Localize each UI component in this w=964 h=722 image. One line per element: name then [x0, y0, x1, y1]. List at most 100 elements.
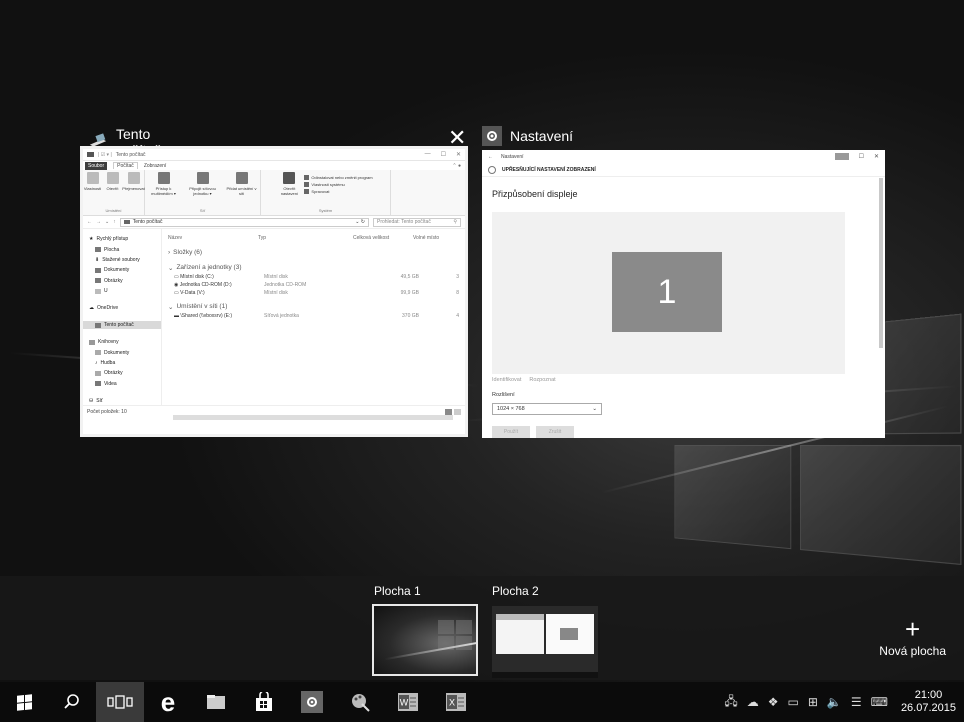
star-icon: ★	[89, 236, 94, 243]
display-arrangement: 1	[492, 212, 845, 374]
network-icon[interactable]: ⊞	[808, 695, 818, 709]
task-view-button[interactable]	[96, 682, 144, 722]
search-input[interactable]: Prohledat: Tento počítač ⚲	[373, 217, 461, 227]
volume-icon[interactable]: 🔈	[827, 695, 842, 709]
word-button[interactable]: W	[384, 682, 432, 722]
desktop-thumbnail-2[interactable]	[492, 606, 598, 678]
computer-icon	[123, 220, 130, 224]
properties-button[interactable]: Vlastnosti	[84, 172, 101, 191]
nav-item-network[interactable]: ⛁ Síť	[89, 397, 161, 405]
network-adapter-icon[interactable]: 🖧	[724, 692, 737, 713]
paint-icon	[352, 694, 370, 712]
nav-item-this-pc[interactable]: Tento počítač	[83, 321, 161, 330]
desktop-label-1: Plocha 1	[374, 584, 421, 598]
settings-icon	[301, 691, 323, 713]
excel-button[interactable]: X	[432, 682, 480, 722]
search-icon: ⚲	[453, 219, 457, 225]
desktop-thumbnail-1[interactable]	[372, 604, 478, 676]
group-network-locations[interactable]: ⌄ Umístění v síti (1)	[168, 301, 459, 312]
view-toggle[interactable]	[445, 408, 461, 415]
settings-thumbnail[interactable]: ← Nastavení ☐ ✕ UPŘESŇUJÍCÍ NASTAVENÍ ZOB…	[482, 150, 885, 438]
open-button[interactable]: Otevřít	[105, 172, 121, 191]
monitor-1[interactable]: 1	[612, 252, 722, 332]
store-button[interactable]	[240, 682, 288, 722]
window-controls[interactable]: — ☐ ✕	[425, 151, 461, 158]
dropbox-icon[interactable]: ❖	[768, 695, 779, 709]
battery-icon[interactable]: ▭	[787, 695, 798, 709]
table-row[interactable]: ▭ V-Data (V:) Místní disk 99,9 GB 8	[168, 289, 459, 297]
file-list: Název Typ Celková velikost Volné místo ›…	[162, 229, 465, 405]
table-row[interactable]: ◉ Jednotka CD-ROM (D:) Jednotka CD-ROM	[168, 281, 459, 289]
apply-button[interactable]: Použít	[492, 426, 530, 438]
horizontal-scrollbar[interactable]	[173, 415, 453, 420]
clock[interactable]: 21:00 26.07.2015	[901, 689, 956, 715]
svg-text:X: X	[449, 698, 455, 708]
media-access-button[interactable]: Přístup k multimédiím ▾	[147, 172, 181, 196]
paint-button[interactable]	[336, 682, 384, 722]
tab-soubor[interactable]: Soubor	[85, 161, 108, 170]
window-controls[interactable]: ☐ ✕	[834, 153, 879, 160]
explorer-title: Tento počítač	[115, 151, 146, 158]
open-settings-button[interactable]: Otevřít nastavení	[278, 172, 300, 196]
recent-icon[interactable]: ⌄	[105, 219, 109, 225]
display-links: Identifikovat Rozpoznat	[492, 377, 556, 383]
explorer-thumbnail[interactable]: | ☑ ▾ | Tento počítač — ☐ ✕ Soubor Počítač…	[80, 146, 468, 437]
ribbon-caption: Síť	[199, 208, 206, 213]
column-type[interactable]: Typ	[258, 235, 353, 241]
settings-app-button[interactable]	[288, 682, 336, 722]
back-icon[interactable]: ←	[488, 154, 493, 160]
address-bar[interactable]: Tento počítač ⌄ ↻	[119, 217, 369, 227]
vertical-scrollbar[interactable]	[879, 178, 883, 348]
back-icon[interactable]: ←	[87, 219, 92, 225]
new-desktop-button[interactable]: + Nová plocha	[879, 616, 946, 658]
add-network-location-button[interactable]: Přidat umístění v síti	[225, 172, 259, 196]
refresh-icon[interactable]: ⌄ ↻	[355, 219, 365, 225]
column-name[interactable]: Název	[168, 235, 258, 241]
nav-item-documents[interactable]: Dokumenty	[89, 266, 161, 274]
identify-link[interactable]: Identifikovat	[492, 377, 521, 383]
system-properties-link[interactable]: Vlastnosti systému	[304, 181, 372, 187]
nav-item-pictures[interactable]: Obrázky	[89, 277, 161, 285]
file-explorer-button[interactable]	[192, 682, 240, 722]
manage-link[interactable]: Spravovat	[304, 188, 372, 194]
nav-item-libraries[interactable]: Knihovny	[89, 338, 161, 346]
detect-link[interactable]: Rozpoznat	[529, 377, 555, 383]
help-icon[interactable]: ⌃ ●	[452, 163, 461, 169]
nav-item-quick-access[interactable]: ★ Rychlý přístup	[89, 235, 161, 243]
nav-item-downloads[interactable]: ⬇ Stažené soubory	[89, 256, 161, 264]
search-icon	[64, 694, 79, 709]
forward-icon[interactable]: →	[96, 219, 101, 225]
up-icon[interactable]: ↑	[113, 219, 116, 225]
nav-item-music[interactable]: ♪ Hudba	[89, 359, 161, 367]
nav-item-lib-documents[interactable]: Dokumenty	[89, 348, 161, 356]
onedrive-icon[interactable]: ☁	[747, 695, 759, 709]
table-row[interactable]: ▭ Místní disk (C:) Místní disk 49,5 GB 3	[168, 273, 459, 281]
group-devices[interactable]: ⌄ Zařízení a jednotky (3)	[168, 262, 459, 273]
action-center-icon[interactable]: ☰	[851, 695, 862, 709]
ribbon-tabs: Soubor Počítač Zobrazení ⌃ ●	[83, 161, 465, 170]
rename-button[interactable]: Přejmenovat	[122, 172, 145, 191]
search-button[interactable]	[48, 682, 96, 722]
cancel-button[interactable]: Zrušit	[536, 426, 574, 438]
map-drive-button[interactable]: Připojit síťovou jednotku ▾	[185, 172, 221, 196]
ribbon-group-system: Otevřít nastavení Odinstalovat nebo změn…	[261, 170, 391, 215]
edge-button[interactable]: e	[144, 682, 192, 722]
cloud-icon: ☁	[89, 305, 94, 312]
edge-icon: e	[160, 686, 176, 717]
resolution-select[interactable]: 1024 × 768 ⌄	[492, 403, 602, 415]
table-row[interactable]: ▬ \Shared (\\vboxsrv) (E:) Síťová jednot…	[168, 312, 459, 320]
tab-zobrazeni[interactable]: Zobrazení	[144, 163, 167, 169]
column-free-space[interactable]: Volné místo	[413, 235, 453, 241]
nav-item-lib-pictures[interactable]: Obrázky	[89, 369, 161, 377]
nav-item-onedrive[interactable]: ☁ OneDrive	[89, 304, 161, 312]
nav-item-videos[interactable]: Videa	[89, 380, 161, 388]
uninstall-program-link[interactable]: Odinstalovat nebo změnit program	[304, 174, 373, 180]
start-button[interactable]	[0, 682, 48, 722]
keyboard-icon[interactable]: ⌨	[871, 695, 888, 709]
media-icon	[157, 172, 170, 184]
nav-item-u[interactable]: U	[89, 287, 161, 295]
group-folders[interactable]: › Složky (6)	[168, 247, 459, 258]
tab-pocitac[interactable]: Počítač	[113, 162, 138, 169]
column-total-size[interactable]: Celková velikost	[353, 235, 413, 241]
nav-item-desktop[interactable]: Plocha	[89, 245, 161, 253]
